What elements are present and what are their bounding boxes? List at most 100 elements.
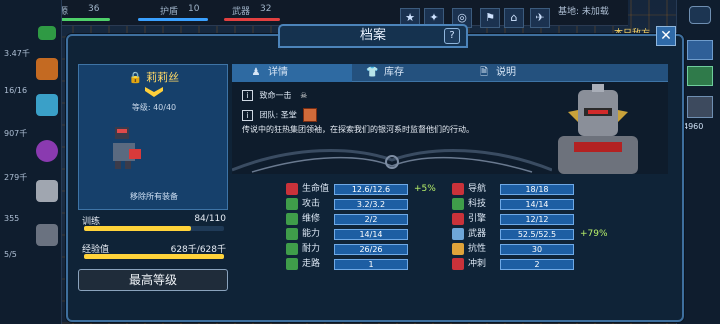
left-stat: 3.47千: [4, 49, 30, 58]
explosion-icon[interactable]: [36, 58, 58, 80]
stat-value: 12.6/12.6: [334, 184, 408, 195]
stat-value: 3.2/3.2: [334, 199, 408, 210]
stat-value: 18/18: [500, 184, 574, 195]
building-icon[interactable]: ⌂: [504, 8, 524, 28]
stat-row: 冲刺 2: [452, 258, 632, 270]
team-text: 团队: 圣堂: [259, 110, 297, 120]
left-stat: 907千: [4, 129, 28, 138]
team-row: i 团队: 圣堂: [242, 108, 318, 122]
stat-label: 走路: [302, 259, 321, 269]
stat-icon: [452, 213, 464, 225]
stat-row: 能力 14/14: [286, 228, 466, 240]
stat-value: 12/12: [500, 214, 574, 225]
decorative-ornament: [232, 140, 552, 174]
stat-label: 能力: [302, 229, 321, 239]
storage-icon[interactable]: [36, 180, 58, 202]
res-shield-label: 护盾: [160, 7, 179, 17]
crystal-icon[interactable]: [36, 94, 58, 116]
stat-label: 科技: [468, 199, 487, 209]
trait-text: 致命一击: [259, 91, 292, 100]
skull-icon: ☠: [300, 91, 308, 100]
stat-icon: [286, 183, 298, 195]
stat-icon: [452, 228, 464, 240]
chat-icon[interactable]: [689, 6, 711, 24]
dialog-title: 档案: [278, 24, 468, 48]
stat-label: 抗性: [468, 244, 487, 254]
academy-icon[interactable]: [36, 224, 58, 246]
left-stat: 16/16: [4, 86, 28, 95]
stat-icon: [286, 258, 298, 270]
character-portrait: [113, 127, 141, 169]
character-description: 传说中的狂热集团领袖，在探索我们的银河系时监督他们的行动。: [242, 125, 474, 134]
tab-inventory[interactable]: 👕 库存: [366, 64, 404, 82]
stat-bonus: +79%: [580, 229, 608, 239]
tab-description[interactable]: 🗎 说明: [478, 64, 516, 82]
stat-label: 导航: [468, 184, 487, 194]
stat-row: 武器 52.5/52.5 +79%: [452, 228, 632, 240]
flag-icon[interactable]: ⚑: [480, 8, 500, 28]
stat-value: 2: [500, 259, 574, 270]
stat-label: 攻击: [302, 199, 321, 209]
res-weapon-value: 32: [260, 4, 272, 14]
stat-icon: [286, 198, 298, 210]
stat-icon: [452, 258, 464, 270]
base-status: 基地: 未加载: [558, 7, 609, 17]
stat-row: 维修 2/2: [286, 213, 466, 225]
left-stat: 5/5: [4, 250, 17, 259]
tools-icon[interactable]: [687, 40, 713, 60]
stat-row: 生命值 12.6/12.6 +5%: [286, 183, 466, 195]
wings-icon[interactable]: ✈: [530, 8, 550, 28]
help-button[interactable]: ?: [444, 28, 460, 44]
stat-label: 耐力: [302, 244, 321, 254]
res-shield-value: 10: [188, 4, 200, 14]
character-card: 🔒 莉莉丝 等级: 40/40 移除所有装备: [78, 64, 228, 210]
stat-icon: [452, 198, 464, 210]
tab-details[interactable]: ♟ 详情: [250, 64, 288, 82]
document-icon: 🗎: [479, 67, 489, 78]
tab-description-label: 说明: [496, 67, 516, 78]
shield-bar: [138, 18, 208, 21]
close-button[interactable]: ✕: [656, 26, 676, 46]
character-robot-portrait: [558, 84, 638, 174]
person-icon: ♟: [251, 67, 261, 78]
left-stat: 355: [4, 214, 20, 223]
stat-label: 维修: [302, 214, 321, 224]
stat-icon: [286, 213, 298, 225]
experience-bar: [84, 254, 224, 259]
stat-row: 耐力 26/26: [286, 243, 466, 255]
training-value: 84/110: [194, 214, 226, 224]
res-weapon-label: 武器: [232, 7, 251, 17]
stat-value: 2/2: [334, 214, 408, 225]
max-level-button[interactable]: 最高等级: [78, 269, 228, 291]
stat-row: 导航 18/18: [452, 183, 632, 195]
left-stat: 279千: [4, 173, 28, 182]
lock-icon: 🔒: [128, 71, 143, 84]
stat-value: 1: [334, 259, 408, 270]
score-value: 4960: [683, 122, 704, 131]
stat-value: 52.5/52.5: [500, 229, 574, 240]
faction-emblem-icon: [303, 108, 318, 122]
trophy-icon[interactable]: [687, 96, 713, 118]
experience-bar-fill: [84, 254, 224, 259]
orb-icon[interactable]: [36, 140, 58, 162]
character-name: 莉莉丝: [146, 71, 180, 84]
remove-all-equipment[interactable]: 移除所有装备: [79, 191, 229, 202]
stat-row: 走路 1: [286, 258, 466, 270]
rank-chevron-icon: [145, 87, 163, 97]
res-energy-value: 36: [88, 4, 100, 14]
shirt-icon: 👕: [366, 67, 379, 78]
stat-row: 引擎 12/12: [452, 213, 632, 225]
map-icon[interactable]: [687, 66, 713, 86]
left-sidebar: 3.47千 16/16 907千 279千 355 5/5: [0, 0, 62, 324]
stat-icon: [452, 243, 464, 255]
stat-value: 14/14: [500, 199, 574, 210]
training-bar: [84, 226, 224, 231]
battery-icon[interactable]: [38, 26, 56, 40]
stat-row: 科技 14/14: [452, 198, 632, 210]
training-bar-fill: [84, 226, 191, 231]
info-icon: i: [242, 109, 253, 121]
stat-bonus: +5%: [414, 184, 436, 194]
character-level: 等级: 40/40: [131, 103, 177, 112]
stat-icon: [286, 243, 298, 255]
trait-row: i 致命一击 ☠: [242, 90, 307, 101]
